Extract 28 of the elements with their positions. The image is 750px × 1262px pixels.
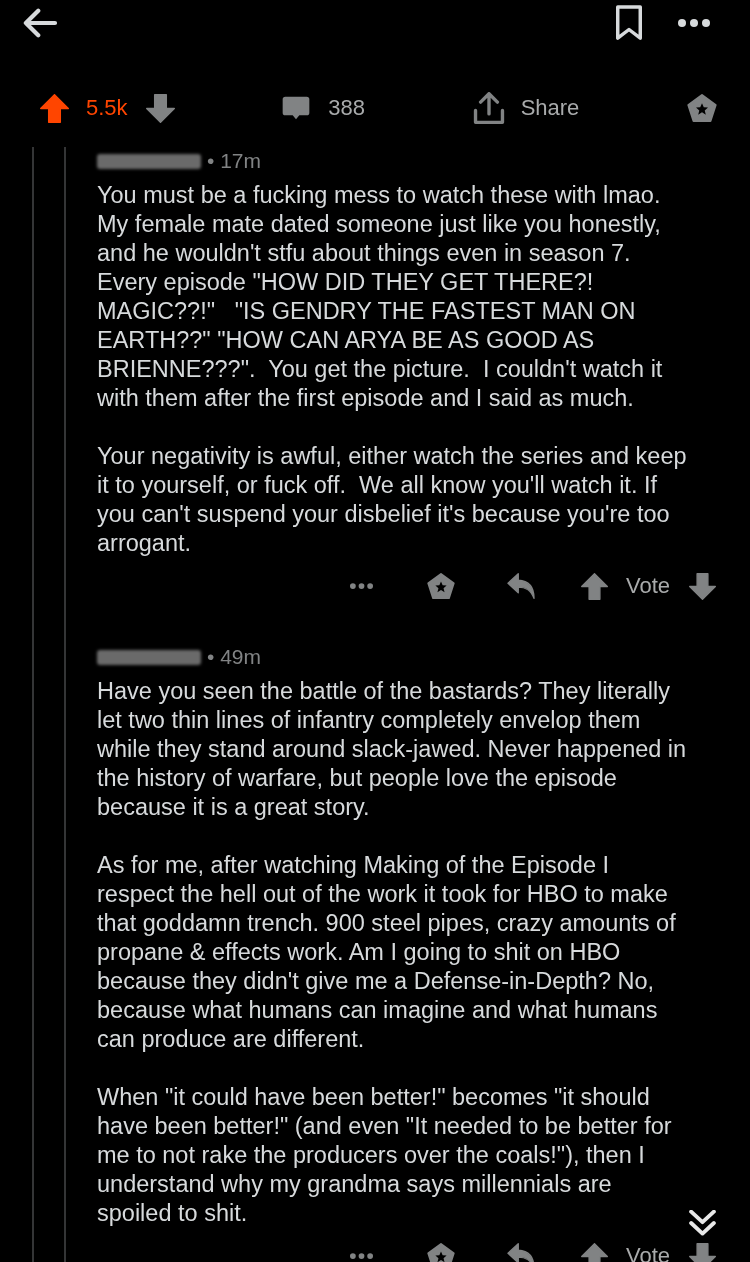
downvote-icon[interactable] <box>689 572 716 600</box>
comment-paragraph: Have you seen the battle of the bastards? They literally let two thin lines of infantry completely envelop them while they stand around slack-jawed. Never happened in the history of warfare, but people love the episode because it is a great story. <box>97 677 687 822</box>
share-icon <box>472 92 505 124</box>
award-icon[interactable] <box>426 1242 455 1262</box>
vote-label: Vote <box>625 576 670 596</box>
award-icon[interactable] <box>687 93 717 123</box>
bookmark-icon[interactable] <box>616 5 642 41</box>
comment-paragraph: As for me, after watching Making of the Episode I respect the hell out of the work it took for HBO to make that goddamn trench. 900 steel pipes, crazy amounts of propane & effects work. Am I going to shit on HBO because they didn't give me a Defense-in-Depth? No, because what humans can imagine and what humans can produce are different. <box>97 851 676 1054</box>
double-chevron-down-icon[interactable] <box>689 1210 716 1236</box>
comment-paragraph: Your negativity is awful, either watch the series and keep it to yourself, or fuck off. We all know you'll watch it. If you can't suspend your disbelief it's because you're too arrogant. <box>97 442 687 558</box>
more-options-icon[interactable] <box>676 19 712 27</box>
upvote-icon[interactable] <box>580 572 608 600</box>
comment-meta: • 49m <box>207 645 262 669</box>
speech-bubble-icon <box>282 95 311 121</box>
comment-paragraph: You must be a fucking mess to watch these with lmao. My female mate dated someone just like you honestly, and he wouldn't stfu about things even in season 7. Every episode "HOW DID THEY GET THERE?! MAGIC??!" "IS GENDRY THE FASTEST MAN ON EARTH??" "HOW CAN ARYA BE AS GOOD AS BRIENNE???". You get the picture. I couldn't watch it with them after the first episode and I said as much. <box>97 181 663 413</box>
comments-button[interactable]: 388 <box>282 94 365 122</box>
downvote-icon[interactable] <box>689 1242 716 1262</box>
share-button[interactable]: Share <box>472 92 580 124</box>
vote-score: 5.5k <box>86 94 128 122</box>
upvote-icon[interactable] <box>580 1242 608 1262</box>
back-arrow-icon[interactable] <box>22 8 58 38</box>
upvote-icon[interactable] <box>40 93 69 123</box>
comment-meta: • 17m <box>207 149 262 173</box>
award-icon[interactable] <box>426 572 455 600</box>
reply-icon[interactable] <box>506 573 535 599</box>
reply-icon[interactable] <box>506 1243 535 1262</box>
comment-paragraph: When "it could have been better!" becomes "it should have been better!" (and even "It needed to be better for me to not rake the producers over the coals!"), then I understand why my grandma says millennials are spoiled to shit. <box>97 1083 672 1228</box>
downvote-icon[interactable] <box>145 93 175 123</box>
